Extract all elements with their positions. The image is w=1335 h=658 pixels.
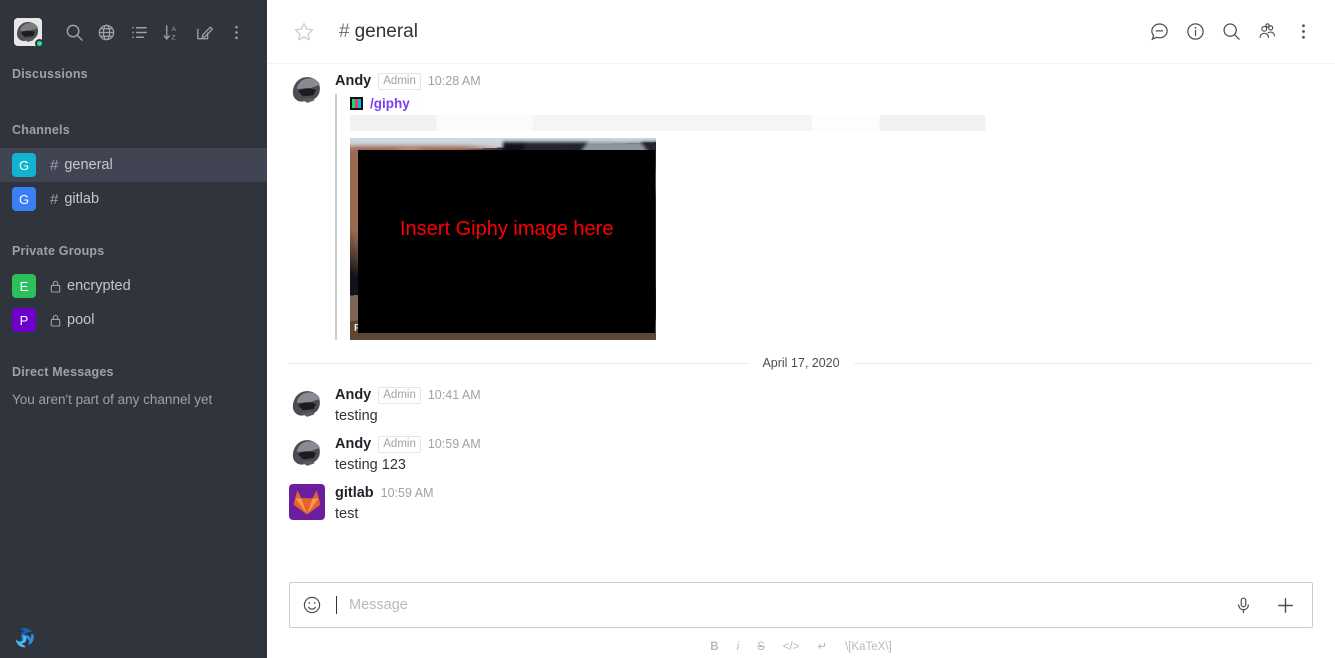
members-icon[interactable] [1249,14,1285,50]
message-username[interactable]: gitlab [335,484,374,502]
sidebar-section-channels[interactable]: Channels [0,123,267,137]
plus-icon[interactable] [1270,590,1300,620]
channel-name: general [354,20,418,42]
giphy-command: /giphy [370,95,410,111]
list-icon[interactable] [123,12,156,52]
emoji-icon[interactable] [300,593,324,617]
svg-text:A: A [172,26,177,33]
code-button[interactable]: </> [783,640,800,654]
microphone-icon[interactable] [1228,590,1258,620]
threads-icon[interactable] [1141,14,1177,50]
group-avatar: E [12,274,36,298]
katex-button[interactable]: \[KaTeX\] [845,640,892,654]
multiline-button[interactable]: ↵ [817,640,827,654]
sidebar-item-encrypted[interactable]: E encrypted [0,269,267,303]
giphy-separator: : [416,95,421,111]
avatar[interactable] [289,72,325,108]
direct-messages-empty-text: You aren't part of any channel yet [12,392,213,407]
message-body: testing 123 [335,457,406,473]
create-new-icon[interactable] [188,12,221,52]
giphy-image[interactable]: FY Insert Giphy image here [350,138,656,340]
bold-button[interactable]: B [710,640,718,654]
avatar[interactable] [289,386,325,422]
hash-icon: # [339,20,350,42]
sidebar-item-pool[interactable]: P pool [0,303,267,337]
formatting-toolbar: B i S </> ↵ \[KaTeX\] [289,636,1313,658]
main-panel: # general Andy Admin 10:28 AM /giphy: I… [267,0,1335,658]
giphy-icon [350,96,363,110]
kebab-menu-icon[interactable] [1285,14,1321,50]
message-body: test [335,506,359,522]
message-username[interactable]: Andy [335,386,371,404]
gitlab-avatar[interactable] [289,484,325,520]
rocketchat-logo[interactable] [12,624,38,650]
message-input[interactable] [337,583,1228,627]
sidebar-section-private-groups[interactable]: Private Groups [0,244,267,258]
lock-icon [50,280,61,293]
sidebar-item-general[interactable]: G # general [0,148,267,182]
sort-az-icon[interactable]: A Z [156,12,189,52]
hash-icon: # [50,190,59,208]
search-icon[interactable] [58,12,91,52]
sidebar-item-gitlab[interactable]: G # gitlab [0,182,267,216]
app-root: A Z Discussions Channels G # general G #… [0,0,1335,658]
message-item[interactable]: Andy Admin 10:41 AM testing [267,380,1335,429]
sidebar-item-label: gitlab [64,191,100,207]
avatar[interactable] [289,435,325,471]
composer-area: B i S </> ↵ \[KaTeX\] [267,582,1335,658]
date-divider-label: April 17, 2020 [762,356,840,370]
message-item[interactable]: gitlab 10:59 AM test [267,478,1335,527]
lock-icon [50,314,61,327]
giphy-command-line: /giphy : [350,94,1313,112]
avatar[interactable] [14,18,44,48]
channel-avatar: G [12,153,36,177]
giphy-placeholder-overlay: Insert Giphy image here [358,150,655,333]
message-timestamp: 10:59 AM [427,437,481,451]
sidebar-item-label: pool [67,312,95,328]
role-badge: Admin [378,386,421,404]
divider-line-left [289,362,749,364]
sidebar-item-label: encrypted [67,278,131,294]
group-avatar: P [12,308,36,332]
message-timestamp: 10:41 AM [427,388,481,402]
sidebar-section-discussions[interactable]: Discussions [0,66,267,82]
message-timestamp: 10:59 AM [380,486,434,500]
strike-button[interactable]: S [757,640,765,654]
star-icon[interactable] [289,17,319,47]
divider-line-right [853,362,1314,364]
message-username[interactable]: Andy [335,72,371,90]
message-item[interactable]: Andy Admin 10:59 AM testing 123 [267,429,1335,478]
status-badge [35,39,44,48]
sidebar-item-label: general [64,157,113,173]
kebab-menu-icon[interactable] [221,12,254,52]
role-badge: Admin [378,72,421,90]
message-timestamp: 10:28 AM [427,74,481,88]
message-username[interactable]: Andy [335,435,371,453]
giphy-faded-text [350,115,1313,131]
sidebar-topbar: A Z [0,0,267,64]
channel-avatar: G [12,187,36,211]
info-icon[interactable] [1177,14,1213,50]
svg-text:Z: Z [172,34,176,41]
sidebar: A Z Discussions Channels G # general G #… [0,0,267,658]
globe-icon[interactable] [91,12,124,52]
page-title: # general [339,21,418,43]
sidebar-section-direct-messages[interactable]: Direct Messages [0,365,267,379]
giphy-placeholder-text: Insert Giphy image here [400,218,614,240]
role-badge: Admin [378,435,421,453]
search-icon[interactable] [1213,14,1249,50]
italic-button[interactable]: i [737,640,740,654]
date-divider: April 17, 2020 [267,342,1335,380]
channel-header: # general [267,0,1335,64]
message-composer[interactable] [289,582,1313,628]
giphy-block: /giphy : FY Insert Giphy image here [335,94,1313,340]
message-list[interactable]: Andy Admin 10:28 AM /giphy : Insert Giph… [267,64,1335,582]
message-body: testing [335,408,378,424]
message-item[interactable]: Andy Admin 10:28 AM /giphy : Insert Giph… [267,64,1335,342]
hash-icon: # [50,156,59,174]
